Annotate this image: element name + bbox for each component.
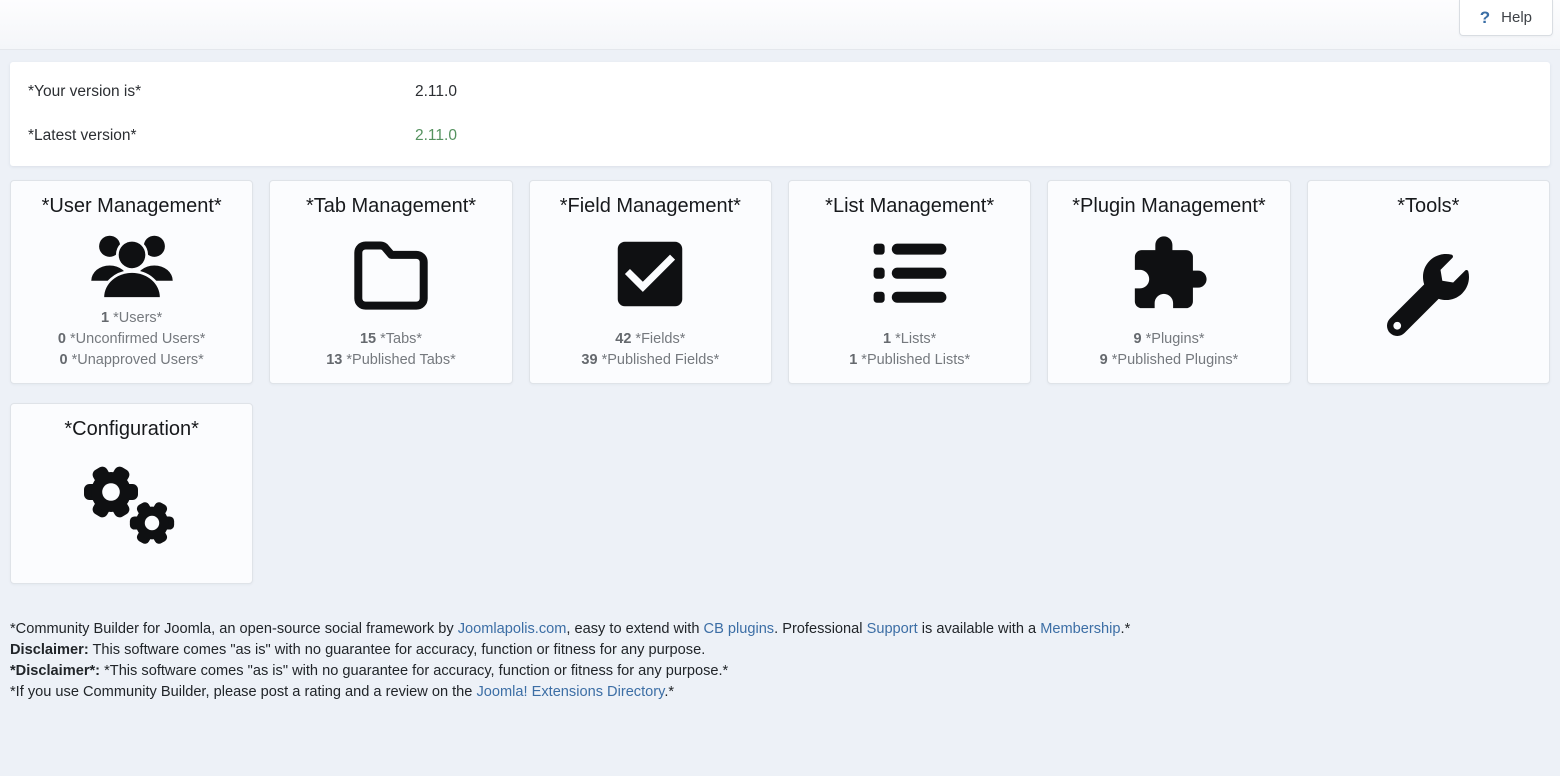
gears-icon[interactable]: [19, 441, 244, 571]
card-tools: *Tools*: [1307, 180, 1550, 384]
latest-version-value: 2.11.0: [415, 127, 457, 145]
footer-line-about: *Community Builder for Joomla, an open-s…: [10, 619, 1550, 640]
stat-published-fields[interactable]: 39 *Published Fields*: [538, 350, 763, 371]
jed-link[interactable]: Joomla! Extensions Directory: [476, 684, 664, 700]
stat-tabs[interactable]: 15 *Tabs*: [278, 329, 503, 350]
membership-link[interactable]: Membership: [1040, 621, 1120, 637]
list-icon[interactable]: [797, 218, 1022, 329]
your-version-label: *Your version is*: [28, 83, 415, 101]
card-plugin-management-title[interactable]: *Plugin Management*: [1056, 194, 1281, 218]
stat-unapproved-users[interactable]: 0 *Unapproved Users*: [19, 350, 244, 371]
question-mark-icon: ?: [1480, 8, 1490, 28]
card-list-management: *List Management* 1 *Lists* 1 *Published…: [788, 180, 1031, 384]
stat-published-lists[interactable]: 1 *Published Lists*: [797, 350, 1022, 371]
card-plugin-management: *Plugin Management* 9 *Plugins* 9 *Publi…: [1047, 180, 1290, 384]
puzzle-icon[interactable]: [1056, 218, 1281, 329]
footer-line-disclaimer-localized: *Disclaimer*: *This software comes "as i…: [10, 661, 1550, 682]
stat-published-plugins[interactable]: 9 *Published Plugins*: [1056, 350, 1281, 371]
joomlapolis-link[interactable]: Joomlapolis.com: [458, 621, 567, 637]
card-list-management-title[interactable]: *List Management*: [797, 194, 1022, 218]
folder-icon[interactable]: [278, 218, 503, 329]
dashboard-grid: *User Management* 1 *Users* 0 *Unconfirm…: [10, 180, 1550, 584]
check-square-icon[interactable]: [538, 218, 763, 329]
version-panel: *Your version is* 2.11.0 *Latest version…: [10, 62, 1550, 166]
card-field-management-stats: 42 *Fields* 39 *Published Fields*: [538, 329, 763, 371]
stat-fields[interactable]: 42 *Fields*: [538, 329, 763, 350]
stat-published-tabs[interactable]: 13 *Published Tabs*: [278, 350, 503, 371]
stat-plugins[interactable]: 9 *Plugins*: [1056, 329, 1281, 350]
your-version-value: 2.11.0: [415, 83, 457, 101]
support-link[interactable]: Support: [867, 621, 918, 637]
card-user-management: *User Management* 1 *Users* 0 *Unconfirm…: [10, 180, 253, 384]
cb-plugins-link[interactable]: CB plugins: [704, 621, 775, 637]
wrench-icon[interactable]: [1316, 218, 1541, 371]
card-plugin-management-stats: 9 *Plugins* 9 *Published Plugins*: [1056, 329, 1281, 371]
card-field-management-title[interactable]: *Field Management*: [538, 194, 763, 218]
latest-version-row: *Latest version* 2.11.0: [10, 114, 1550, 158]
card-configuration-title[interactable]: *Configuration*: [19, 417, 244, 441]
footer-line-disclaimer: Disclaimer: This software comes "as is" …: [10, 640, 1550, 661]
top-bar: ? Help: [0, 0, 1560, 50]
footer-line-rating: *If you use Community Builder, please po…: [10, 682, 1550, 703]
card-list-management-stats: 1 *Lists* 1 *Published Lists*: [797, 329, 1022, 371]
stat-lists[interactable]: 1 *Lists*: [797, 329, 1022, 350]
help-button-label: Help: [1501, 9, 1532, 26]
card-tab-management-title[interactable]: *Tab Management*: [278, 194, 503, 218]
card-tools-title[interactable]: *Tools*: [1316, 194, 1541, 218]
footer: *Community Builder for Joomla, an open-s…: [10, 619, 1550, 703]
card-configuration: *Configuration*: [10, 403, 253, 584]
latest-version-label: *Latest version*: [28, 127, 415, 145]
help-button[interactable]: ? Help: [1459, 0, 1553, 36]
stat-unconfirmed-users[interactable]: 0 *Unconfirmed Users*: [19, 329, 244, 350]
card-field-management: *Field Management* 42 *Fields* 39 *Publi…: [529, 180, 772, 384]
your-version-row: *Your version is* 2.11.0: [10, 70, 1550, 114]
card-tab-management-stats: 15 *Tabs* 13 *Published Tabs*: [278, 329, 503, 371]
stat-users[interactable]: 1 *Users*: [19, 308, 244, 329]
users-icon[interactable]: [19, 218, 244, 308]
card-user-management-title[interactable]: *User Management*: [19, 194, 244, 218]
card-user-management-stats: 1 *Users* 0 *Unconfirmed Users* 0 *Unapp…: [19, 308, 244, 371]
card-tab-management: *Tab Management* 15 *Tabs* 13 *Published…: [269, 180, 512, 384]
